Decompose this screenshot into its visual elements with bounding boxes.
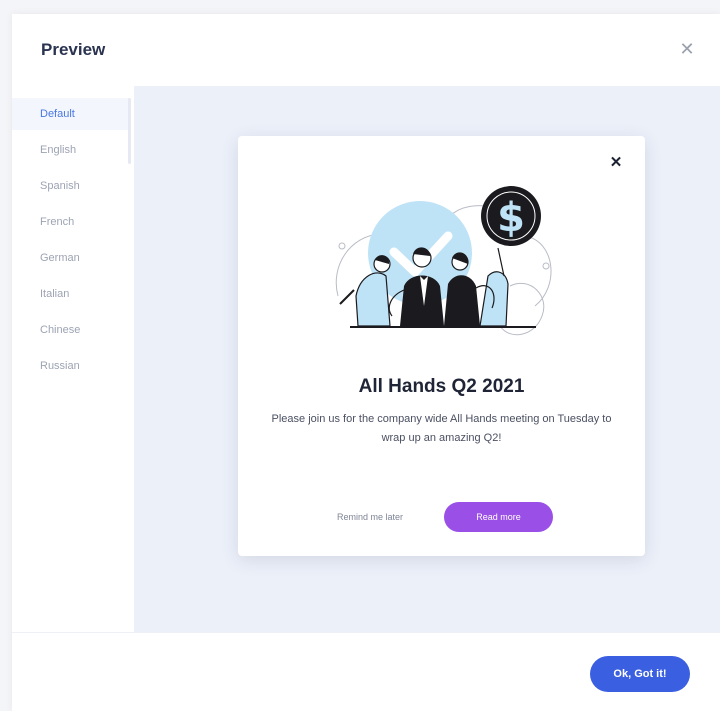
sidebar-item-russian[interactable]: Russian — [12, 350, 130, 382]
sidebar-item-label: English — [40, 144, 77, 156]
modal-body: Please join us for the company wide All … — [271, 413, 612, 444]
sidebar-item-italian[interactable]: Italian — [12, 278, 130, 310]
sidebar-item-label: Chinese — [40, 324, 81, 336]
panel-header: Preview — [12, 14, 720, 86]
team-celebration-illustration: $ — [335, 186, 552, 336]
sidebar-item-german[interactable]: German — [12, 242, 130, 274]
sidebar-item-label: French — [40, 216, 75, 228]
language-sidebar: Default English Spanish French German It… — [12, 86, 134, 632]
sidebar-item-label: Italian — [40, 288, 70, 300]
sidebar-item-label: Spanish — [40, 180, 80, 192]
close-icon[interactable]: ✕ — [609, 155, 623, 170]
sidebar-item-spanish[interactable]: Spanish — [12, 170, 130, 202]
panel-title: Preview — [41, 40, 106, 59]
sidebar-item-label: Russian — [40, 360, 80, 372]
announcement-modal: ✕ $ All Hands Q2 2021 Please join us for… — [238, 136, 645, 556]
close-icon[interactable]: ✕ — [678, 40, 696, 58]
ok-got-it-button[interactable]: Ok, Got it! — [590, 656, 690, 692]
remind-me-later-button[interactable]: Remind me later — [316, 502, 424, 532]
preview-canvas: ✕ $ All Hands Q2 2021 Please join us for… — [134, 86, 720, 632]
sidebar-item-chinese[interactable]: Chinese — [12, 314, 130, 346]
sidebar-item-english[interactable]: English — [12, 134, 130, 166]
modal-title: All Hands Q2 2021 — [358, 376, 525, 397]
sidebar-scrollbar[interactable] — [128, 98, 131, 164]
sidebar-item-label: German — [40, 252, 80, 264]
preview-panel: Preview ✕ Default English Spanish French… — [12, 14, 720, 711]
svg-text:$: $ — [497, 195, 525, 241]
sidebar-item-default[interactable]: Default — [12, 98, 130, 130]
sidebar-item-french[interactable]: French — [12, 206, 130, 238]
sidebar-item-label: Default — [40, 108, 75, 120]
read-more-button[interactable]: Read more — [444, 502, 553, 532]
panel-footer: Ok, Got it! — [12, 632, 720, 711]
